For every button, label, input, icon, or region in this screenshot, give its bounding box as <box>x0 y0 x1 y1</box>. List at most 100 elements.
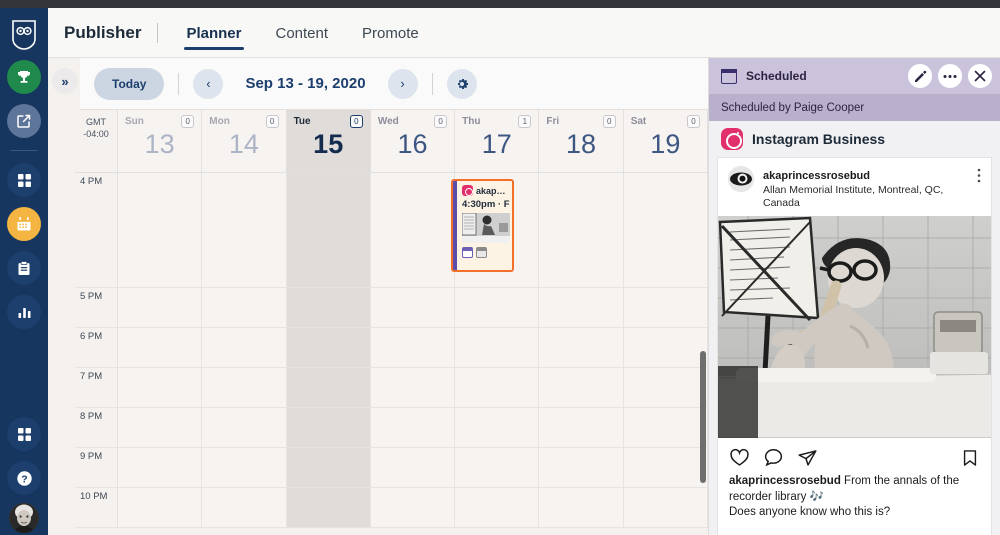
day-header-sat[interactable]: Sat 0 19 <box>623 110 708 172</box>
calendar-cell[interactable] <box>118 368 203 407</box>
calendar-header-row: GMT -04:00 Sun 0 13 Mon 0 14 Tue 0 15 We… <box>75 110 708 173</box>
day-header-thu[interactable]: Thu 1 17 <box>455 110 540 172</box>
calendar-cell[interactable] <box>370 173 456 287</box>
calendar-cell[interactable] <box>623 368 708 407</box>
sidebar-item-compose[interactable] <box>7 104 41 138</box>
scheduled-post-card[interactable]: akap… 4:30pm · F <box>451 179 514 272</box>
calendar-cell[interactable] <box>286 488 371 527</box>
day-header-tue[interactable]: Tue 0 15 <box>286 110 371 172</box>
calendar-cell[interactable] <box>202 288 287 327</box>
calendar-cell[interactable] <box>370 368 456 407</box>
calendar-cell[interactable] <box>286 173 371 287</box>
calendar-cell[interactable] <box>118 288 203 327</box>
heart-icon[interactable] <box>729 447 750 468</box>
grid-streams-icon <box>17 173 32 188</box>
calendar-cell[interactable] <box>370 288 456 327</box>
svg-text:?: ? <box>21 473 27 485</box>
calendar-cell[interactable] <box>623 488 708 527</box>
calendar-cell[interactable] <box>202 408 287 447</box>
calendar-cell[interactable] <box>623 328 708 367</box>
calendar-cell[interactable] <box>623 288 708 327</box>
calendar-cell[interactable] <box>202 488 287 527</box>
calendar-cell[interactable] <box>455 368 540 407</box>
day-header-mon[interactable]: Mon 0 14 <box>202 110 287 172</box>
calendar-vertical-scrollbar[interactable] <box>700 351 706 483</box>
calendar-cell[interactable] <box>370 488 456 527</box>
calendar-cell[interactable] <box>286 368 371 407</box>
sidebar-item-apps[interactable] <box>7 417 41 451</box>
calendar-cell[interactable] <box>202 328 287 367</box>
calendar-cell[interactable] <box>118 173 203 287</box>
calendar-cell[interactable] <box>370 408 456 447</box>
calendar-cell[interactable] <box>539 173 624 287</box>
calendar-cell[interactable] <box>539 408 624 447</box>
window-title-bar <box>0 0 1000 8</box>
calendar-cell[interactable] <box>286 328 371 367</box>
event-account-name: akap… <box>476 185 506 196</box>
today-button[interactable]: Today <box>94 67 165 100</box>
sidebar-item-help[interactable]: ? <box>7 461 41 495</box>
calendar-cell[interactable] <box>455 488 540 527</box>
hour-label-5pm: 5 PM <box>75 288 118 327</box>
sidebar-item-planner[interactable] <box>7 207 41 241</box>
nav-divider <box>157 22 159 43</box>
tab-content[interactable]: Content <box>264 11 341 54</box>
share-icon[interactable] <box>797 447 818 468</box>
calendar-cell[interactable] <box>202 368 287 407</box>
sidebar-item-inbox[interactable] <box>7 251 41 285</box>
calendar-cell[interactable] <box>118 448 203 487</box>
close-panel-button[interactable] <box>968 64 992 88</box>
day-of-week-label: Sat <box>630 116 647 127</box>
calendar-cell[interactable] <box>455 328 540 367</box>
calendar-cell[interactable] <box>623 173 708 287</box>
tab-promote[interactable]: Promote <box>350 11 431 54</box>
next-week-button[interactable]: › <box>387 68 418 99</box>
expand-sidebar-button[interactable]: » <box>52 68 78 94</box>
calendar-cell[interactable] <box>202 173 287 287</box>
calendar-cell[interactable] <box>286 288 371 327</box>
sidebar-item-streams[interactable] <box>7 163 41 197</box>
calendar-cell[interactable] <box>539 488 624 527</box>
sidebar-item-analytics[interactable] <box>7 295 41 329</box>
calendar-cell[interactable] <box>118 488 203 527</box>
question-mark-icon: ? <box>16 470 33 487</box>
sidebar-item-rewards[interactable] <box>7 60 41 94</box>
calendar-cell[interactable] <box>539 288 624 327</box>
bookmark-icon[interactable] <box>960 448 980 468</box>
calendar-cell[interactable] <box>370 328 456 367</box>
hour-cells-4pm: akap… 4:30pm · F <box>118 173 708 287</box>
more-options-button[interactable] <box>938 64 962 88</box>
calendar-cell[interactable] <box>623 448 708 487</box>
day-header-sun[interactable]: Sun 0 13 <box>118 110 203 172</box>
hour-row-4pm: 4 PM akap… 4:30pm · F <box>75 173 708 288</box>
tab-planner[interactable]: Planner <box>174 11 253 54</box>
day-header-fri[interactable]: Fri 0 18 <box>539 110 624 172</box>
calendar-cell[interactable] <box>539 448 624 487</box>
calendar-icon <box>16 216 32 232</box>
chevron-double-right-icon: » <box>61 73 69 89</box>
calendar-settings-button[interactable] <box>446 68 477 99</box>
calendar-cell[interactable] <box>455 408 540 447</box>
edit-post-button[interactable] <box>908 64 932 88</box>
calendar-cell[interactable] <box>118 328 203 367</box>
day-header-wed[interactable]: Wed 0 16 <box>370 110 456 172</box>
calendar-cell[interactable] <box>623 408 708 447</box>
calendar-cell[interactable] <box>539 368 624 407</box>
timezone-label-1: GMT <box>86 117 106 127</box>
calendar-cell[interactable] <box>539 328 624 367</box>
calendar-cell[interactable] <box>286 408 371 447</box>
calendar-hour-rows: 4 PM akap… 4:30pm · F 5 PM 6 PM 7 PM 8 P… <box>75 173 708 528</box>
avatar[interactable] <box>9 503 39 533</box>
hootsuite-owl-logo[interactable] <box>11 20 37 50</box>
tab-planner-label: Planner <box>186 25 242 42</box>
hour-row-8pm: 8 PM <box>75 408 708 448</box>
calendar-cell[interactable] <box>455 448 540 487</box>
calendar-cell[interactable] <box>455 288 540 327</box>
previous-week-button[interactable]: ‹ <box>193 68 224 99</box>
comment-icon[interactable] <box>763 447 784 468</box>
calendar-cell[interactable] <box>286 448 371 487</box>
calendar-cell[interactable] <box>370 448 456 487</box>
calendar-cell[interactable] <box>118 408 203 447</box>
calendar-cell[interactable] <box>202 448 287 487</box>
kebab-menu-icon[interactable] <box>977 166 981 183</box>
